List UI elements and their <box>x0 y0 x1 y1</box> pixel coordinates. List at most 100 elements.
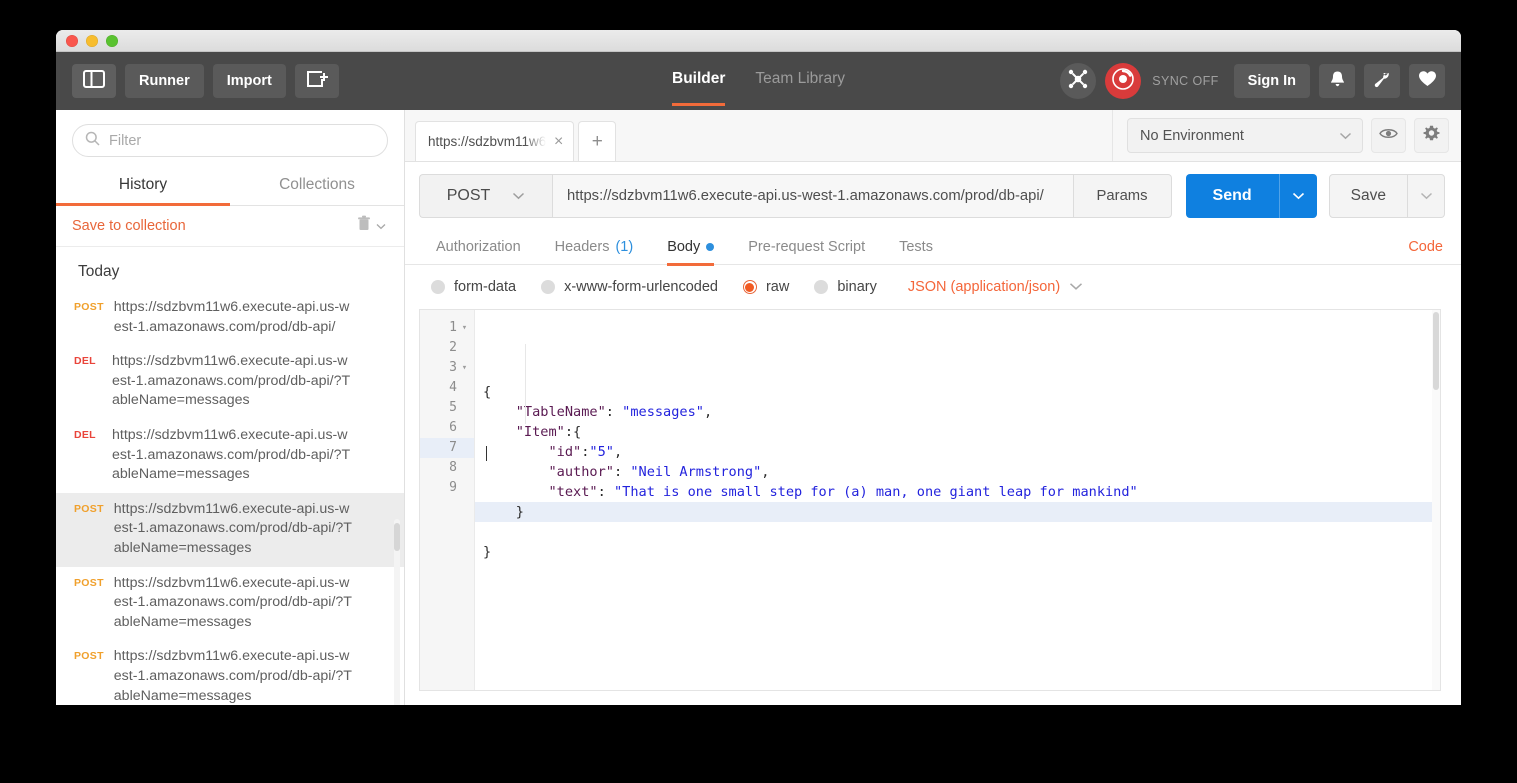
request-tab-pre-request-script[interactable]: Pre-request Script <box>731 230 882 265</box>
fold-toggle-icon[interactable]: ▾ <box>461 318 468 338</box>
runner-label: Runner <box>139 73 190 89</box>
sidebar-tab-history[interactable]: History <box>56 167 230 206</box>
code-token: "5" <box>589 444 614 460</box>
sidebar-toggle-button[interactable] <box>72 64 116 98</box>
sidebar-scrollbar-thumb[interactable] <box>394 523 400 551</box>
save-to-collection-link[interactable]: Save to collection <box>72 218 186 234</box>
editor-code-area[interactable]: { "TableName": "messages", "Item":{ "id"… <box>475 310 1440 690</box>
tab-builder-label: Builder <box>672 70 726 87</box>
params-button[interactable]: Params <box>1073 174 1172 218</box>
code-token: : <box>613 464 631 480</box>
history-item-method: POST <box>74 576 104 589</box>
sync-status-icon <box>1111 67 1135 96</box>
favorites-button[interactable] <box>1409 64 1445 98</box>
code-token: } <box>483 504 524 520</box>
history-item-url: https://sdzbvm11w6.execute-api.us-west-1… <box>113 299 350 335</box>
request-tab-tests[interactable]: Tests <box>882 230 950 265</box>
notifications-button[interactable] <box>1319 64 1355 98</box>
send-options-button[interactable] <box>1278 174 1317 218</box>
history-list[interactable]: Today POST https://sdzbvm11w6.execute-api… <box>56 247 404 705</box>
request-tab-label: https://sdzbvm11w6.e <box>428 134 546 149</box>
gutter-line: 1 ▾ <box>420 318 474 338</box>
environment-settings-button[interactable] <box>1414 118 1449 153</box>
runner-button[interactable]: Runner <box>125 64 204 98</box>
http-method-select[interactable]: POST <box>419 174 552 218</box>
sync-status-button[interactable] <box>1105 63 1142 99</box>
save-button[interactable]: Save <box>1328 174 1408 218</box>
send-button-group: Send <box>1185 174 1317 218</box>
app-toolbar: Runner Import Builder Team Library SYNC … <box>56 52 1461 110</box>
body-type-raw[interactable]: raw <box>742 279 789 295</box>
line-number: 8 <box>449 460 457 475</box>
clear-history-button[interactable] <box>357 215 386 236</box>
interceptor-satellite-icon <box>1067 68 1089 95</box>
history-item[interactable]: DEL https://sdzbvm11w6.execute-api.us-wes… <box>56 345 404 419</box>
window-zoom-button[interactable] <box>106 34 118 47</box>
request-tab-authorization[interactable]: Authorization <box>419 230 538 265</box>
line-number: 9 <box>449 480 457 495</box>
history-item[interactable]: POST https://sdzbvm11w6.execute-api.us-we… <box>56 640 404 705</box>
new-window-button[interactable] <box>294 64 339 98</box>
request-tab-label: Tests <box>899 239 933 255</box>
history-item[interactable]: DEL https://sdzbvm11w6.execute-api.us-wes… <box>56 419 404 493</box>
code-line: "Item":{ <box>475 422 1440 442</box>
window-minimize-button[interactable] <box>86 34 98 47</box>
history-item[interactable]: POST https://sdzbvm11w6.execute-api.us-we… <box>56 567 404 641</box>
code-token: "TableName" <box>483 404 606 420</box>
history-item[interactable]: POST https://sdzbvm11w6.execute-api.us-we… <box>56 291 404 345</box>
heart-icon <box>1418 70 1437 92</box>
body-type-binary[interactable]: binary <box>814 279 877 295</box>
settings-button[interactable] <box>1364 64 1400 98</box>
line-number: 3 <box>449 360 457 375</box>
chevron-down-icon <box>1420 187 1433 205</box>
editor-scrollbar-track[interactable] <box>1432 310 1440 690</box>
close-icon[interactable]: × <box>554 133 563 150</box>
radio-button-icon[interactable] <box>742 280 757 294</box>
sign-in-button[interactable]: Sign In <box>1233 64 1310 98</box>
line-number: 5 <box>449 400 457 415</box>
sidebar-actions-row: Save to collection <box>56 206 404 247</box>
sidebar-tab-collections[interactable]: Collections <box>230 167 404 205</box>
environment-quick-look-button[interactable] <box>1371 118 1406 153</box>
request-tab-body[interactable]: Body <box>650 230 731 266</box>
send-label: Send <box>1212 187 1252 204</box>
tab-team-library[interactable]: Team Library <box>755 70 845 92</box>
filter-input[interactable]: Filter <box>72 124 388 157</box>
code-line: "id":"5", <box>475 442 1440 462</box>
import-button[interactable]: Import <box>212 64 286 98</box>
chevron-down-icon <box>1339 127 1352 145</box>
request-tab-headers[interactable]: Headers (1) <box>538 230 651 265</box>
radio-button-icon[interactable] <box>814 280 829 294</box>
wrench-icon <box>1373 70 1391 93</box>
editor-scrollbar-thumb[interactable] <box>1433 312 1439 390</box>
search-icon <box>85 131 100 151</box>
new-request-tab-button[interactable]: + <box>578 121 617 161</box>
radio-button-icon[interactable] <box>541 280 556 294</box>
history-item[interactable]: POST https://sdzbvm11w6.execute-api.us-we… <box>56 492 404 567</box>
code-token: "text" <box>483 484 598 500</box>
code-line: } <box>475 502 1440 522</box>
fold-toggle-icon[interactable]: ▾ <box>461 358 468 378</box>
request-tabstrip-row: https://sdzbvm11w6.e × + No Environment <box>405 110 1461 162</box>
body-type-radios: form-data x-www-form-urlencoded raw binary <box>431 279 902 295</box>
url-input[interactable]: https://sdzbvm11w6.execute-api.us-west-1… <box>552 174 1074 218</box>
tab-builder[interactable]: Builder <box>672 70 726 106</box>
editor-gutter: 1▾2▾3▾4▾5▾6▾7▾8▾9▾ <box>420 310 475 690</box>
sign-in-label: Sign In <box>1247 73 1296 89</box>
body-type-label: binary <box>837 279 877 295</box>
request-tab[interactable]: https://sdzbvm11w6.e × <box>415 121 575 161</box>
code-link[interactable]: Code <box>1408 239 1443 255</box>
code-token: { <box>483 384 492 400</box>
body-type-x-www-form-urlencoded[interactable]: x-www-form-urlencoded <box>541 279 718 295</box>
window-close-button[interactable] <box>66 34 78 47</box>
save-options-button[interactable] <box>1408 174 1445 218</box>
radio-button-icon[interactable] <box>431 280 445 294</box>
send-button[interactable]: Send <box>1185 174 1279 218</box>
body-type-form-data[interactable]: form-data <box>431 279 516 295</box>
environment-select[interactable]: No Environment <box>1127 118 1363 153</box>
line-number: 1 <box>449 320 457 335</box>
raw-format-select[interactable]: JSON (application/json) <box>908 278 1083 296</box>
save-label: Save <box>1350 187 1386 204</box>
body-editor[interactable]: 1▾2▾3▾4▾5▾6▾7▾8▾9▾ { "TableName": "messa… <box>419 309 1441 691</box>
interceptor-button[interactable] <box>1060 63 1097 99</box>
